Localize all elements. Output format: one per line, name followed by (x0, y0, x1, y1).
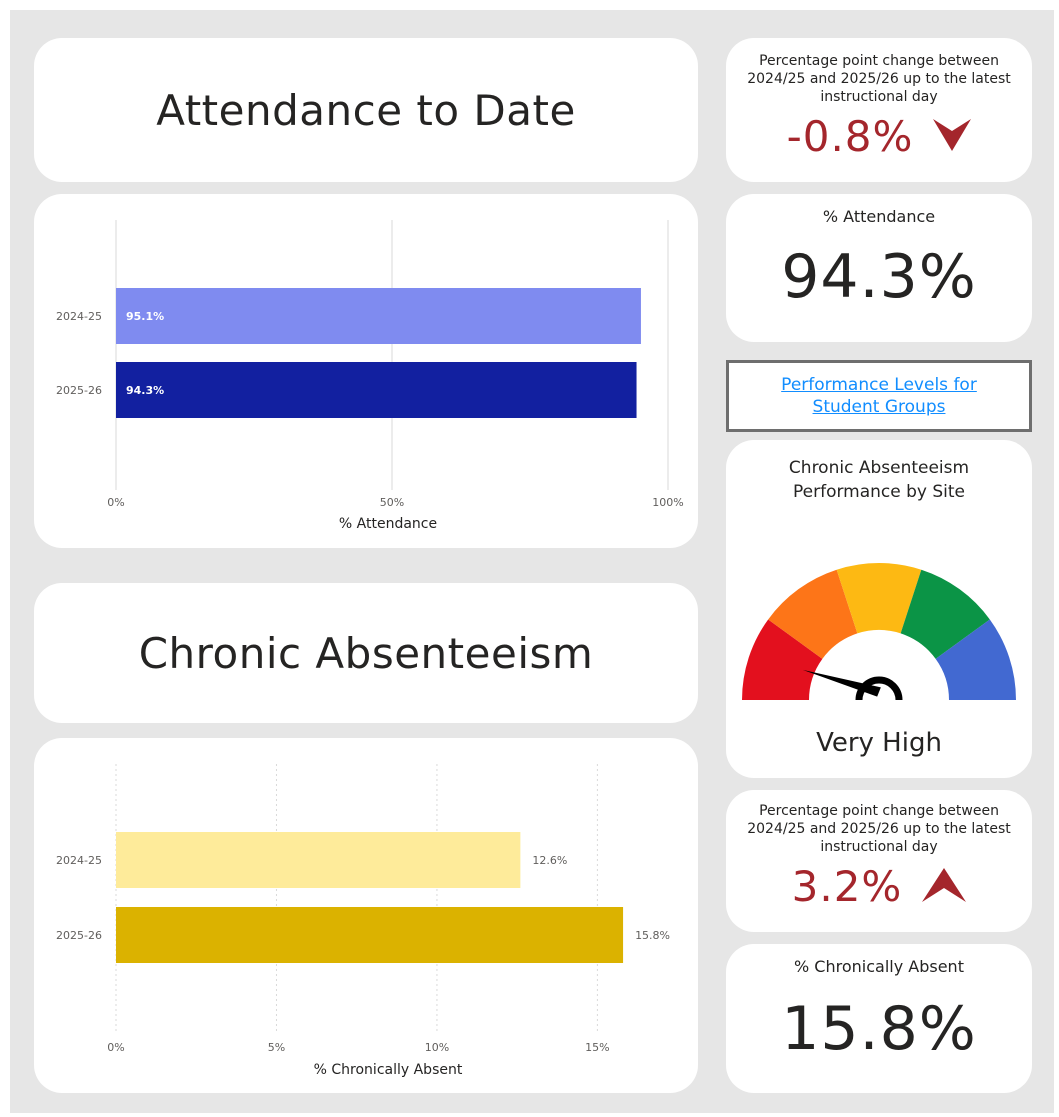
gauge-card: Chronic Absenteeism Performance by Site … (726, 440, 1032, 778)
attendance-change-card: Percentage point change between 2024/25 … (726, 38, 1032, 182)
absent-change-value: 3.2% (791, 862, 903, 911)
attendance-chart: 0% 50% 100% 2024-25 95.1% 2025-26 94.3% % Atten… (56, 220, 684, 532)
x-tick-label: 0% (107, 1041, 124, 1054)
absenteeism-title: Chronic Absenteeism (138, 628, 594, 678)
attendance-kpi-label: % Attendance (822, 207, 936, 226)
gauge-title: Chronic Absenteeism Performance by Site (788, 458, 970, 502)
x-tick-label: 0% (107, 496, 124, 509)
x-axis-title: % Chronically Absent (314, 1062, 463, 1078)
y-category-label: 2024-25 (56, 854, 102, 867)
y-category-label: 2025-26 (56, 384, 102, 397)
absent-change-label: Percentage point change between 2024/25 … (747, 803, 1011, 855)
x-tick-label: 50% (380, 496, 404, 509)
attendance-kpi-value: 94.3% (781, 242, 977, 312)
absent-kpi-card: % Chronically Absent 15.8% (726, 944, 1032, 1093)
absent-change-card: Percentage point change between 2024/25 … (726, 790, 1032, 932)
data-label: 94.3% (126, 384, 164, 397)
bar (116, 362, 637, 418)
attendance-change-label: Percentage point change between 2024/25 … (747, 53, 1011, 105)
arrow-down-icon (933, 118, 972, 155)
dashboard-canvas: Attendance to Date 0% 50% 100% 2024-25 95.1%… (10, 10, 1054, 1113)
x-tick-label: 10% (425, 1041, 449, 1054)
bar (116, 288, 641, 344)
performance-levels-link-box[interactable]: Performance Levels for Student Groups (726, 360, 1032, 432)
gauge-chart (742, 563, 1016, 701)
x-tick-label: 5% (268, 1041, 285, 1054)
bar (116, 832, 521, 888)
data-label: 15.8% (635, 929, 670, 942)
y-category-label: 2025-26 (56, 929, 102, 942)
bar (116, 907, 624, 963)
gauge-status: Very High (816, 728, 942, 758)
attendance-chart-card: 0% 50% 100% 2024-25 95.1% 2025-26 94.3% % Atten… (34, 194, 698, 548)
attendance-change-value: -0.8% (786, 112, 914, 161)
absent-kpi-value: 15.8% (781, 994, 977, 1064)
absenteeism-title-card: Chronic Absenteeism (34, 583, 698, 723)
absent-kpi-label: % Chronically Absent (794, 957, 964, 976)
attendance-kpi-card: % Attendance 94.3% (726, 194, 1032, 342)
x-axis-title: % Attendance (339, 516, 437, 532)
absenteeism-chart: 0% 5% 10% 15% 2024-25 12.6% 2025-26 15.8% % Chro… (56, 764, 670, 1078)
data-label: 12.6% (532, 854, 567, 867)
absenteeism-chart-card: 0% 5% 10% 15% 2024-25 12.6% 2025-26 15.8% % Chro… (34, 738, 698, 1093)
arrow-up-icon (922, 867, 967, 906)
x-tick-label: 100% (652, 496, 683, 509)
attendance-title-card: Attendance to Date (34, 38, 698, 182)
attendance-title: Attendance to Date (156, 85, 576, 135)
performance-levels-link[interactable]: Performance Levels for Student Groups (759, 374, 999, 418)
y-category-label: 2024-25 (56, 310, 102, 323)
x-tick-label: 15% (585, 1041, 609, 1054)
data-label: 95.1% (126, 310, 164, 323)
